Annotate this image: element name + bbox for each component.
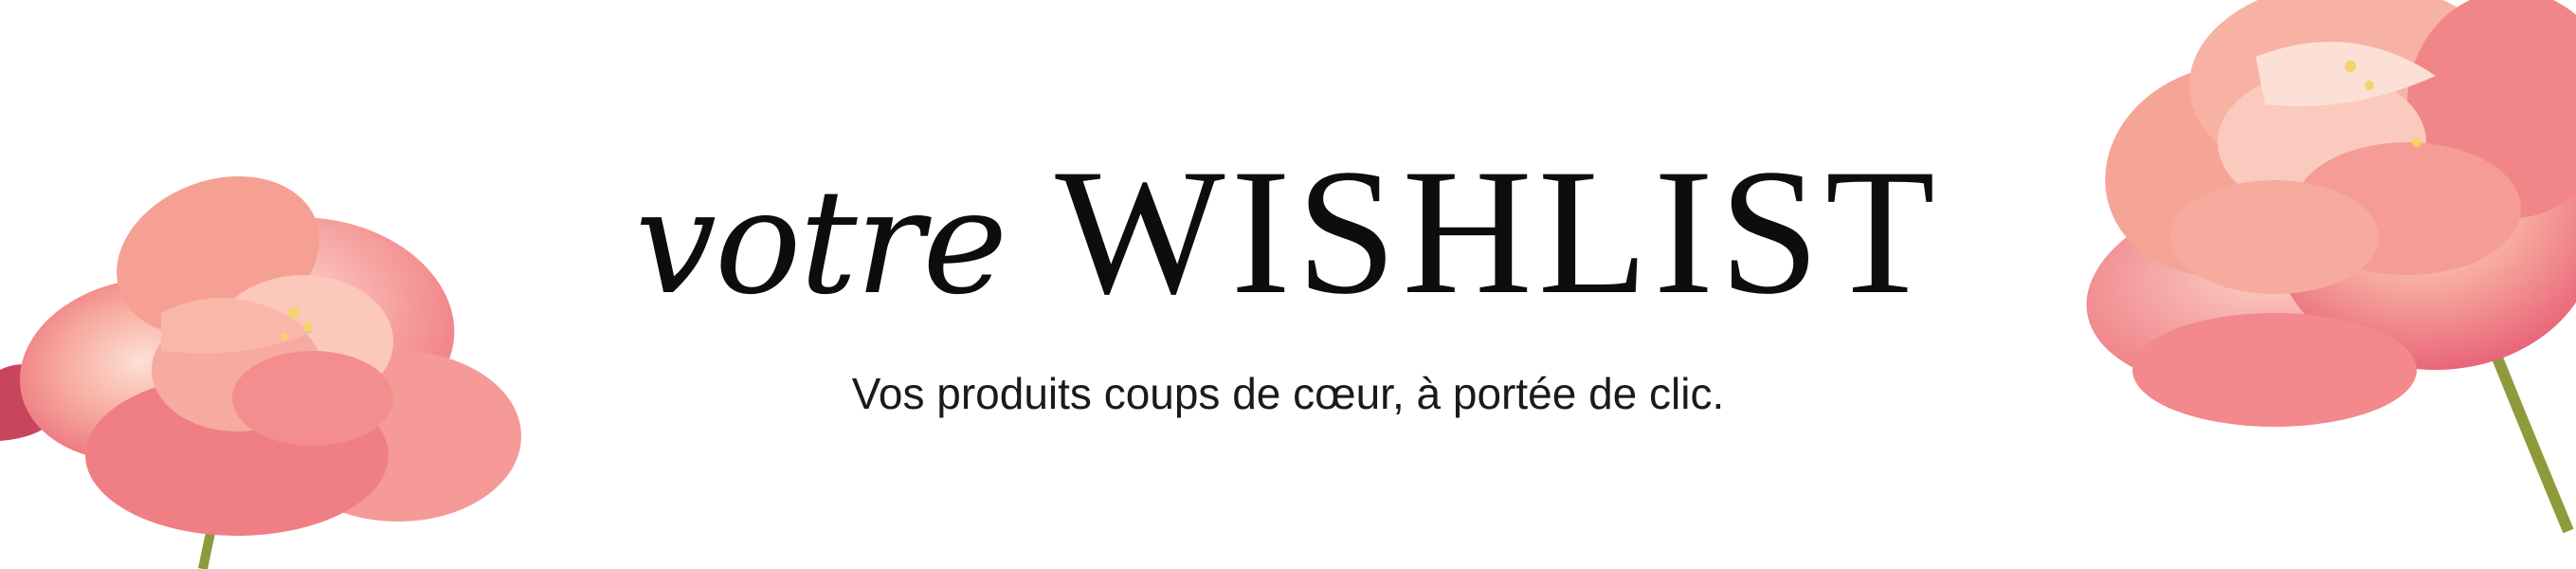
wishlist-banner: votre WISHLIST Vos produits coups de cœur… [0, 0, 2576, 569]
title-script-word: votre [635, 158, 1007, 326]
title-main-word: WISHLIST [1055, 133, 1941, 332]
page-subtitle: Vos produits coups de cœur, à portée de … [851, 369, 1725, 418]
page-title: votre WISHLIST [0, 142, 2576, 322]
